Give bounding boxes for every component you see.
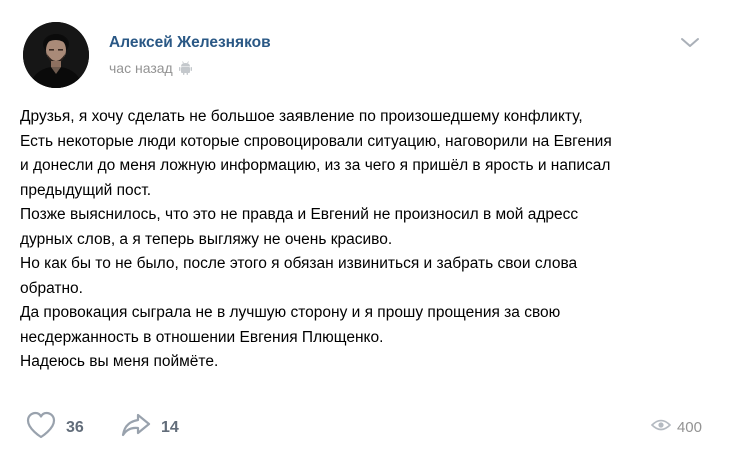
post-footer: 36 14 400 (20, 410, 702, 444)
android-icon (178, 61, 192, 75)
views-count: 400 (676, 418, 702, 436)
share-button[interactable]: 14 (120, 410, 179, 445)
post-text-line: несдержанность в отношении Евгения Плюще… (20, 328, 384, 346)
avatar[interactable] (23, 22, 89, 88)
heart-icon (25, 410, 57, 445)
post-text-line: дурных слов, а я теперь выгляжу не очень… (20, 230, 393, 248)
post-time[interactable]: час назад (109, 60, 173, 76)
eye-icon (650, 418, 672, 437)
wall-post: Алексей Железняков час назад Друзья, я х… (0, 0, 730, 454)
post-text-line: предыдущий пост. (20, 181, 152, 199)
like-button[interactable]: 36 (25, 410, 84, 445)
post-text-line: обратно. (20, 279, 83, 297)
post-text-line: Есть некоторые люди которые спровоцирова… (20, 132, 612, 150)
post-text: Друзья, я хочу сделать не большое заявле… (20, 105, 710, 375)
post-header: Алексей Железняков час назад (20, 22, 710, 92)
chevron-down-icon[interactable] (680, 36, 700, 50)
author-name[interactable]: Алексей Железняков (109, 34, 271, 52)
post-text-line: Да провокация сыграла не в лучшую сторон… (20, 304, 561, 321)
views-counter: 400 (650, 410, 702, 444)
post-text-line: Друзья, я хочу сделать не большое заявле… (20, 108, 583, 125)
avatar-photo (23, 22, 89, 88)
post-text-line: Надеюсь вы меня поймёте. (20, 353, 219, 370)
post-text-line: Но как бы то не было, после этого я обяз… (20, 255, 578, 272)
post-text-line: и донесли до меня ложную информацию, из … (20, 157, 611, 174)
post-meta: час назад (109, 60, 192, 76)
share-arrow-icon (120, 410, 152, 445)
post-text-line: Позже выяснилось, что это не правда и Ев… (20, 206, 579, 223)
like-count: 36 (66, 418, 84, 436)
share-count: 14 (161, 418, 179, 436)
